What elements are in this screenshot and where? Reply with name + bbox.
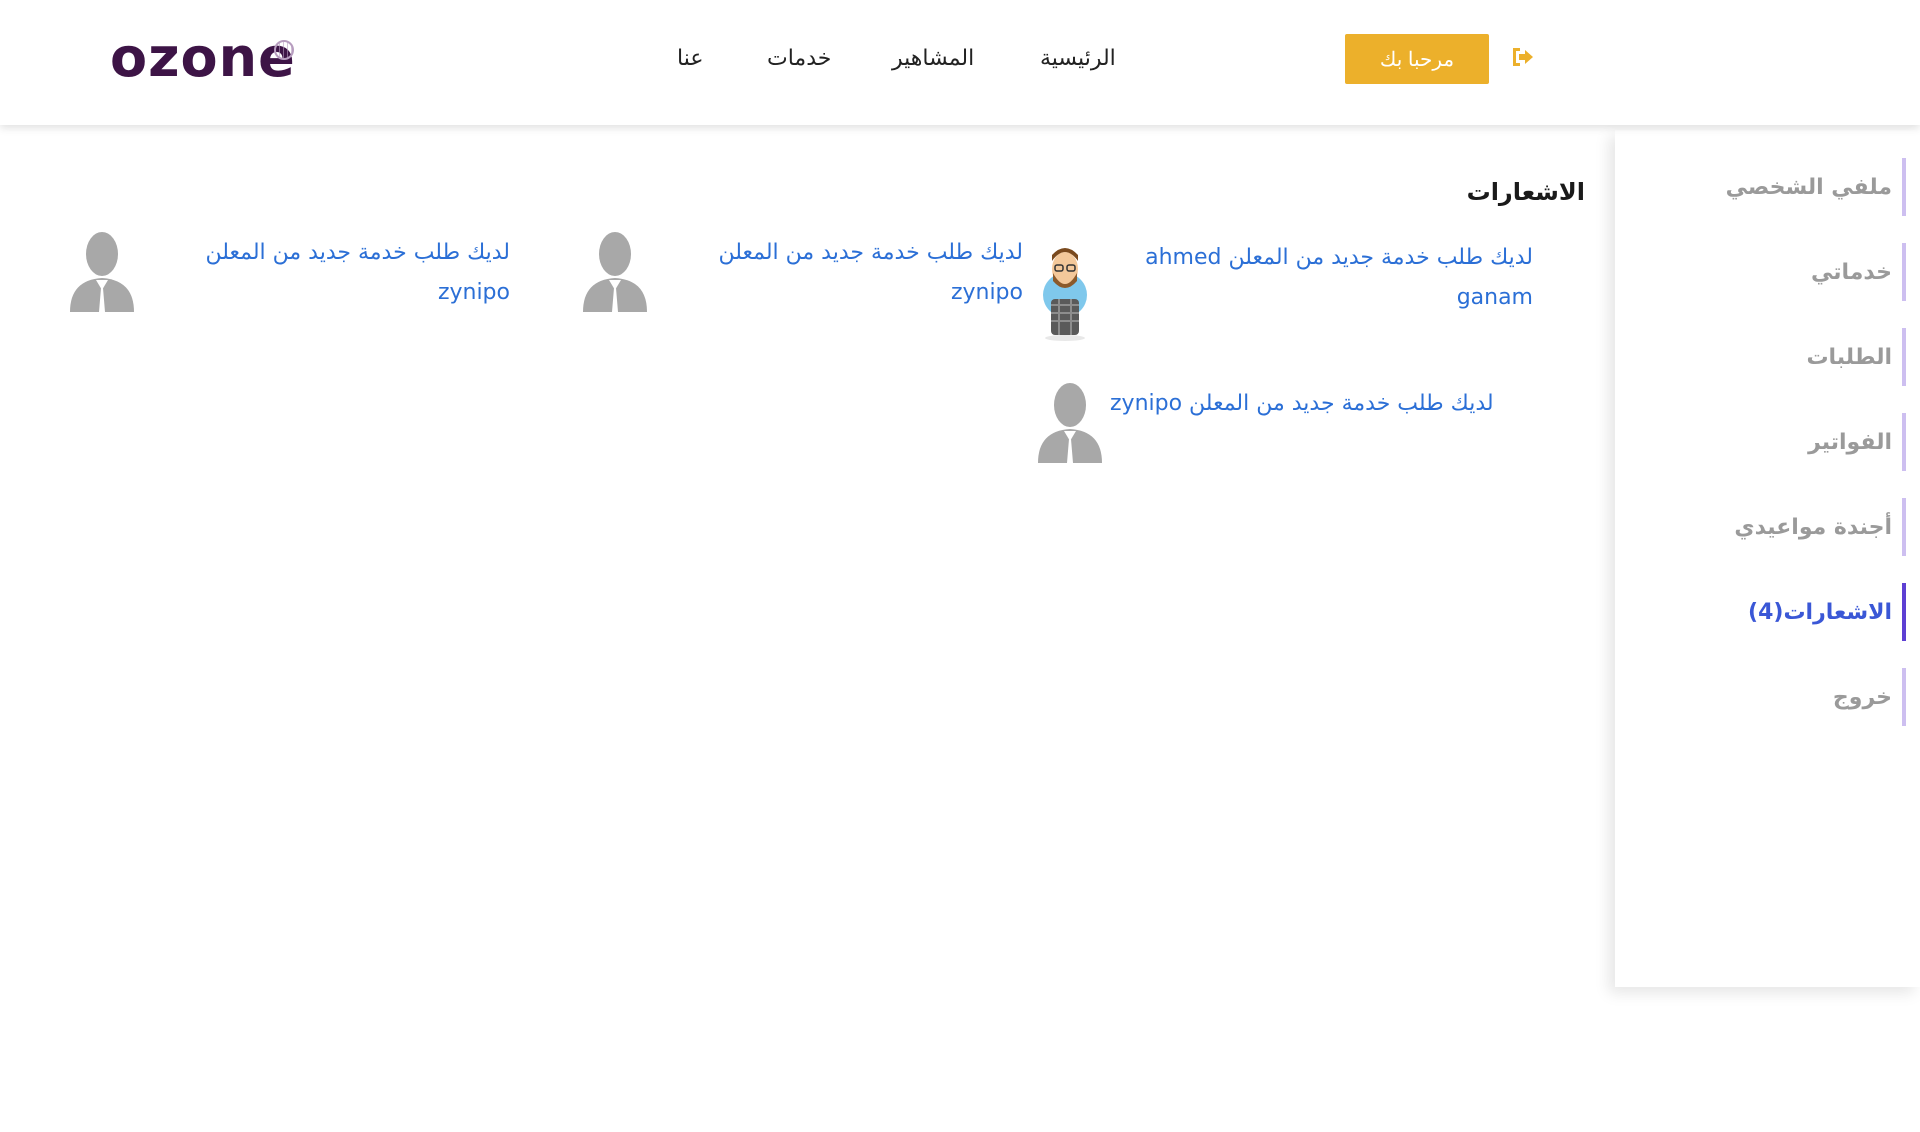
sidebar-item-label: أجندة مواعيدي [1734,514,1892,540]
welcome-button[interactable]: مرحبا بك [1345,34,1489,84]
nav-celebrities[interactable]: المشاهير [892,46,974,71]
notification-item[interactable]: لديك طلب خدمة جديد من المعلن zynipo [575,228,1035,313]
default-user-avatar-icon [70,232,134,312]
default-user-avatar-icon [1038,383,1102,463]
top-navbar: ozone الرئيسية المشاهير خدمات عنا مرحبا … [0,0,1920,125]
notification-text[interactable]: لديك طلب خدمة جديد من المعلن zynipo [655,228,1023,313]
sidebar-item-logout[interactable]: خروج [1646,668,1906,726]
sidebar-item-my-services[interactable]: خدماتي [1646,243,1906,301]
notification-text[interactable]: لديك طلب خدمة جديد من المعلن ahmed ganam [1105,233,1533,318]
ozone-logo[interactable]: ozone [110,28,296,88]
nav-about[interactable]: عنا [677,46,703,71]
notification-text[interactable]: لديك طلب خدمة جديد من المعلن zynipo [1110,379,1494,424]
notification-item[interactable]: لديك طلب خدمة جديد من المعلن zynipo [1030,379,1550,463]
nav-home[interactable]: الرئيسية [1040,46,1116,71]
sidebar-item-label: الطلبات [1806,344,1892,370]
account-sidebar: ملفي الشخصي خدماتي الطلبات الفواتير أجند… [1615,130,1920,987]
default-user-avatar-icon [583,232,647,312]
sidebar-item-label: خروج [1832,684,1892,710]
notifications-title: الاشعارات [1466,178,1585,206]
notification-item[interactable]: لديك طلب خدمة جديد من المعلن ahmed ganam [1025,233,1545,343]
sidebar-item-label: الاشعارات(4) [1748,599,1892,625]
sidebar-item-profile[interactable]: ملفي الشخصي [1646,158,1906,216]
sidebar-item-label: خدماتي [1811,259,1892,285]
logo-wordmark: ozone [110,26,296,89]
notification-text[interactable]: لديك طلب خدمة جديد من المعلن zynipo [142,228,510,313]
nav-services[interactable]: خدمات [767,46,831,71]
sidebar-item-invoices[interactable]: الفواتير [1646,413,1906,471]
sidebar-item-orders[interactable]: الطلبات [1646,328,1906,386]
sidebar-item-notifications[interactable]: الاشعارات(4) [1646,583,1906,641]
sign-out-icon[interactable] [1510,46,1534,68]
cartoon-man-avatar-icon [1043,248,1087,341]
sidebar-item-label: الفواتير [1808,429,1892,455]
logo-globe-icon [273,40,294,60]
sidebar-item-label: ملفي الشخصي [1725,174,1892,200]
notification-item[interactable]: لديك طلب خدمة جديد من المعلن zynipo [62,228,522,313]
sidebar-item-appointments[interactable]: أجندة مواعيدي [1646,498,1906,556]
